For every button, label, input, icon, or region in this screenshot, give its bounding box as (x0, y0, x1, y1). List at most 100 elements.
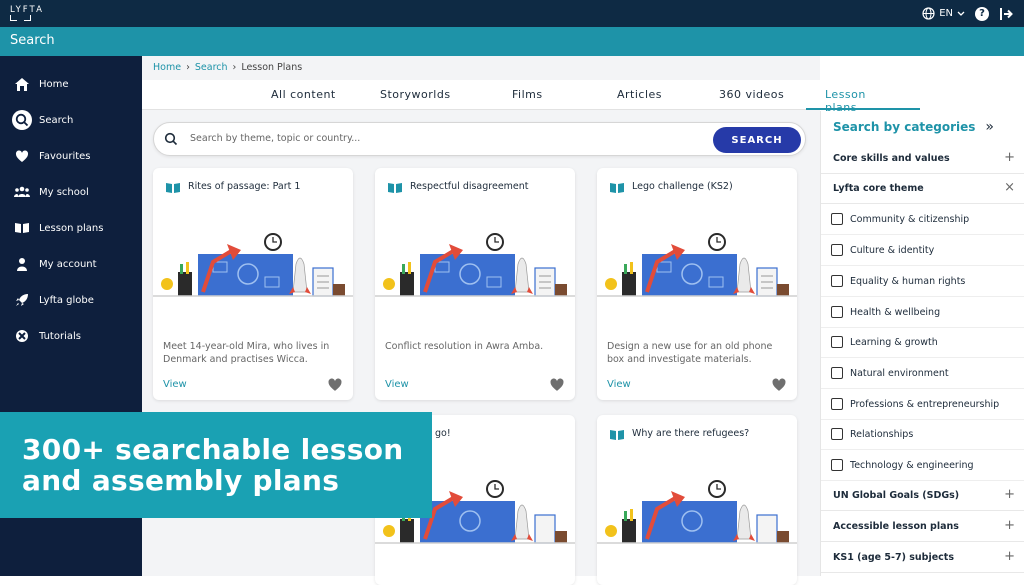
checkbox-item[interactable]: Natural environment (821, 359, 1024, 389)
book-icon (610, 430, 624, 440)
active-tab-indicator (806, 108, 920, 110)
sidebar-item-tutorials[interactable]: Tutorials (0, 321, 142, 351)
checkbox-item[interactable]: Community & citizenship (821, 205, 1024, 235)
card-title: Lego challenge (KS2) (632, 181, 733, 192)
book-icon (388, 183, 402, 193)
lesson-card[interactable]: Respectful disagreement Conflict resolut… (375, 168, 575, 400)
category-accessible-lesson-plans[interactable]: Accessible lesson plans + (821, 512, 1024, 542)
checkbox[interactable] (831, 306, 843, 318)
checkbox[interactable] (831, 336, 843, 348)
category-panel: Search by categories » Core skills and v… (820, 111, 1024, 576)
book-icon (610, 183, 624, 193)
breadcrumb-home[interactable]: Home (153, 62, 181, 73)
sidebar-item-home[interactable]: Home (0, 69, 142, 99)
card-title: Respectful disagreement (410, 181, 529, 192)
checkbox[interactable] (831, 244, 843, 256)
promo-banner: 300+ searchable lesson and assembly plan… (0, 412, 432, 518)
heart-icon[interactable] (327, 378, 343, 392)
breadcrumb-search[interactable]: Search (195, 62, 228, 73)
checkbox-item[interactable]: Culture & identity (821, 236, 1024, 266)
lyfta-logo[interactable]: LYFTA (10, 4, 52, 21)
checkbox[interactable] (831, 213, 843, 225)
search-bar: Search by theme, topic or country... SEA… (153, 122, 806, 156)
plus-icon: + (1004, 549, 1015, 564)
checkbox-item[interactable]: Professions & entrepreneurship (821, 390, 1024, 420)
tab-all-content[interactable]: All content (271, 88, 336, 101)
card-title: go! (435, 428, 451, 439)
checkbox-item[interactable]: Health & wellbeing (821, 298, 1024, 328)
collapse-icon[interactable]: » (985, 119, 994, 135)
search-button[interactable]: SEARCH (713, 127, 801, 153)
checkbox[interactable] (831, 367, 843, 379)
sidebar-item-my-school[interactable]: My school (0, 177, 142, 207)
card-title: Why are there refugees? (632, 428, 750, 439)
breadcrumb: Home › Search › Lesson Plans (153, 62, 303, 73)
page-header: Search (0, 27, 1024, 56)
view-link[interactable]: View (607, 379, 631, 390)
category-ks1-subjects[interactable]: KS1 (age 5-7) subjects + (821, 543, 1024, 573)
heart-icon[interactable] (771, 378, 787, 392)
tab-storyworlds[interactable]: Storyworlds (380, 88, 451, 101)
tab-films[interactable]: Films (512, 88, 543, 101)
card-description: Conflict resolution in Awra Amba. (385, 341, 544, 352)
book-icon (166, 183, 180, 193)
promo-text: 300+ searchable lesson and assembly plan… (22, 434, 404, 496)
checkbox-item[interactable]: Equality & human rights (821, 267, 1024, 297)
top-bar: LYFTA EN ? (0, 0, 1024, 27)
sidebar-item-lyfta-globe[interactable]: Lyfta globe (0, 285, 142, 315)
lesson-card[interactable]: Why are there refugees? (597, 415, 797, 585)
category-lyfta-core-theme[interactable]: Lyfta core theme × (821, 174, 1024, 204)
lesson-illustration (375, 233, 575, 297)
card-description: Design a new use for an old phone box an… (607, 341, 773, 365)
checkbox[interactable] (831, 275, 843, 287)
rocket-icon (12, 290, 32, 310)
lesson-card[interactable]: Rites of passage: Part 1 Meet 14-year-ol… (153, 168, 353, 400)
search-input[interactable]: Search by theme, topic or country... (190, 133, 360, 144)
checkbox[interactable] (831, 459, 843, 471)
sidebar-item-lesson-plans[interactable]: Lesson plans (0, 213, 142, 243)
group-icon (12, 182, 32, 202)
checkbox-item[interactable]: Relationships (821, 420, 1024, 450)
card-description: Meet 14-year-old Mira, who lives in Denm… (163, 341, 330, 365)
close-icon: × (1004, 180, 1015, 195)
card-title: Rites of passage: Part 1 (188, 181, 301, 192)
logo-text: LYFTA (10, 5, 44, 15)
chevron-down-icon (957, 11, 965, 16)
checkbox[interactable] (831, 428, 843, 440)
checkbox[interactable] (831, 398, 843, 410)
tutorial-icon (12, 326, 32, 346)
plus-icon: + (1004, 150, 1015, 165)
tab-360-videos[interactable]: 360 videos (719, 88, 784, 101)
promo-line-2: and assembly plans (22, 464, 340, 497)
sidebar-item-my-account[interactable]: My account (0, 249, 142, 279)
promo-line-1: 300+ searchable lesson (22, 433, 404, 466)
globe-icon (922, 7, 935, 20)
language-selector[interactable]: EN (922, 7, 965, 20)
person-icon (12, 254, 32, 274)
top-right-controls: EN ? (922, 5, 1014, 22)
page-title: Search (10, 33, 55, 48)
lesson-illustration (153, 233, 353, 297)
logout-icon[interactable] (999, 7, 1014, 21)
heart-icon (12, 146, 32, 166)
content-tabs: All content Storyworlds Films Articles 3… (142, 80, 920, 114)
lesson-illustration (597, 480, 797, 544)
sidebar-item-favourites[interactable]: Favourites (0, 141, 142, 171)
view-link[interactable]: View (385, 379, 409, 390)
checkbox-item[interactable]: Technology & engineering (821, 451, 1024, 481)
sidebar-item-search[interactable]: Search (0, 105, 142, 135)
category-core-skills[interactable]: Core skills and values + (821, 144, 1024, 174)
help-icon[interactable]: ? (975, 6, 989, 21)
language-label: EN (939, 8, 953, 19)
checkbox-item[interactable]: Learning & growth (821, 328, 1024, 358)
lesson-card[interactable]: Lego challenge (KS2) Design a new use fo… (597, 168, 797, 400)
tab-articles[interactable]: Articles (617, 88, 662, 101)
search-icon (164, 132, 178, 146)
category-un-global-goals[interactable]: UN Global Goals (SDGs) + (821, 481, 1024, 511)
plus-icon: + (1004, 487, 1015, 502)
lesson-illustration (597, 233, 797, 297)
heart-icon[interactable] (549, 378, 565, 392)
search-icon (12, 110, 32, 130)
view-link[interactable]: View (163, 379, 187, 390)
panel-title: Search by categories (833, 120, 976, 134)
